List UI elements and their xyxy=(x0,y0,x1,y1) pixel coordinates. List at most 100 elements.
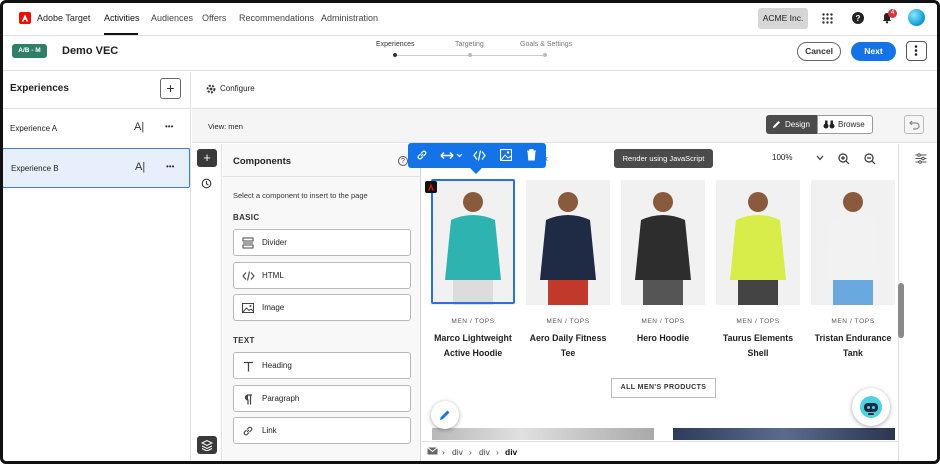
component-html[interactable]: HTML xyxy=(233,262,411,289)
next-button[interactable]: Next xyxy=(851,42,896,61)
zoom-value: 100% xyxy=(772,153,793,162)
layers-icon[interactable] xyxy=(197,436,217,454)
breadcrumb-item[interactable]: div xyxy=(452,447,463,457)
rename-icon[interactable]: A| xyxy=(135,161,145,173)
product-name-line: Hero Hoodie xyxy=(636,333,690,343)
nav-offers[interactable]: Offers xyxy=(202,13,226,23)
product-image[interactable] xyxy=(811,180,895,305)
pencil-icon xyxy=(440,410,450,420)
add-component-icon[interactable]: + xyxy=(197,149,217,167)
rename-icon[interactable]: A| xyxy=(134,121,144,133)
undo-button[interactable] xyxy=(904,115,924,134)
help-icon[interactable]: ? xyxy=(398,156,408,166)
image-icon[interactable] xyxy=(500,149,512,161)
nav-administration[interactable]: Administration xyxy=(321,13,378,23)
configure-button[interactable]: Configure xyxy=(220,84,255,93)
avatar[interactable] xyxy=(908,9,925,26)
code-icon[interactable] xyxy=(473,150,486,161)
chatbot-icon xyxy=(860,396,882,418)
trash-icon[interactable] xyxy=(526,148,537,161)
properties-rail xyxy=(898,144,940,464)
components-title: Components xyxy=(233,156,292,167)
experience-more-icon[interactable]: ••• xyxy=(165,122,173,131)
component-heading[interactable]: Heading xyxy=(233,352,411,379)
all-mens-products-button[interactable]: ALL MEN'S PRODUCTS xyxy=(611,378,716,398)
nav-activities[interactable]: Activities xyxy=(104,13,140,23)
move-icon[interactable] xyxy=(440,150,464,161)
link-icon[interactable] xyxy=(416,149,428,161)
experience-row-a[interactable]: Experience A A| ••• xyxy=(0,109,191,149)
product-name[interactable]: Hero Hoodie xyxy=(618,331,708,346)
add-experience-button[interactable]: + xyxy=(160,78,181,99)
apps-grid-icon[interactable] xyxy=(820,11,834,25)
product-name-line: Tank xyxy=(843,348,863,358)
product-name[interactable]: Marco Lightweight Active Hoodie xyxy=(428,331,518,361)
properties-icon[interactable] xyxy=(914,152,927,165)
design-label: Design xyxy=(785,120,810,129)
experience-label: Experience B xyxy=(11,164,59,173)
app-title[interactable]: Adobe Target xyxy=(37,13,90,23)
component-paragraph[interactable]: Paragraph xyxy=(233,385,411,412)
canvas-scrollbar[interactable] xyxy=(898,283,904,338)
nav-audiences[interactable]: Audiences xyxy=(151,13,193,23)
component-label: Divider xyxy=(262,238,287,247)
selected-element-outline xyxy=(431,179,515,304)
component-label: Link xyxy=(262,426,277,435)
zoom-selector[interactable]: 100% xyxy=(772,153,824,162)
browse-label: Browse xyxy=(838,120,865,129)
step-goals-settings[interactable]: Goals & Settings xyxy=(520,41,572,48)
divider xyxy=(223,176,421,177)
activity-name[interactable]: Demo VEC xyxy=(62,45,118,57)
product-image[interactable] xyxy=(716,180,800,305)
assistant-chat-button[interactable] xyxy=(852,388,890,426)
link-icon xyxy=(241,424,255,438)
code-icon xyxy=(241,269,255,283)
breadcrumb-item-current[interactable]: div xyxy=(505,447,517,457)
gear-icon[interactable] xyxy=(205,83,216,94)
product-image[interactable] xyxy=(526,180,610,305)
breadcrumb-item[interactable]: div xyxy=(479,447,490,457)
component-image[interactable]: Image xyxy=(233,294,411,321)
step-experiences[interactable]: Experiences xyxy=(376,41,415,48)
product-category: MEN / TOPS xyxy=(451,318,495,325)
component-link[interactable]: Link xyxy=(233,417,411,444)
step-dot xyxy=(543,53,547,57)
view-selector[interactable]: View: men xyxy=(208,122,243,131)
component-label: HTML xyxy=(262,271,284,280)
product-name[interactable]: Tristan Endurance Tank xyxy=(808,331,898,361)
component-divider[interactable]: Divider xyxy=(233,229,411,256)
render-tooltip: Render using JavaScript xyxy=(614,149,713,168)
org-switcher[interactable]: ACME Inc. xyxy=(758,8,808,29)
step-targeting[interactable]: Targeting xyxy=(455,41,484,48)
product-name-line: Tee xyxy=(560,348,576,358)
toolbar-pointer xyxy=(470,168,482,174)
help-icon[interactable]: ? xyxy=(851,11,865,25)
design-mode-button[interactable]: Design xyxy=(766,115,817,134)
product-name-line: Aero Daily Fitness xyxy=(529,333,607,343)
adobe-target-marker-icon xyxy=(425,181,437,193)
chevron-down-icon xyxy=(816,155,824,161)
cancel-button[interactable]: Cancel xyxy=(797,42,841,61)
edit-fab-button[interactable] xyxy=(431,401,459,429)
browse-mode-button[interactable]: Browse xyxy=(817,115,873,134)
product-name-line: Active Hoodie xyxy=(443,348,503,358)
experience-row-b[interactable]: Experience B A| ••• xyxy=(2,148,190,188)
more-options-button[interactable] xyxy=(906,41,927,61)
experience-more-icon[interactable]: ••• xyxy=(166,162,174,171)
zoom-in-icon[interactable] xyxy=(837,152,850,165)
product-image[interactable] xyxy=(621,180,705,305)
text-heading-icon xyxy=(241,359,255,373)
product-category: MEN / TOPS xyxy=(831,318,875,325)
svg-text:?: ? xyxy=(856,14,861,23)
product-name[interactable]: Taurus Elements Shell xyxy=(713,331,803,361)
step-dot-current xyxy=(393,53,397,57)
zoom-out-icon[interactable] xyxy=(863,152,876,165)
notification-count-badge: 4 xyxy=(888,9,897,18)
step-dot xyxy=(468,53,472,57)
nav-recommendations[interactable]: Recommendations xyxy=(239,13,314,23)
undo-icon xyxy=(909,120,920,130)
components-description: Select a component to insert to the page xyxy=(233,191,368,200)
product-name-line: Tristan Endurance xyxy=(814,333,892,343)
product-name[interactable]: Aero Daily Fitness Tee xyxy=(523,331,613,361)
history-icon[interactable] xyxy=(200,177,213,190)
